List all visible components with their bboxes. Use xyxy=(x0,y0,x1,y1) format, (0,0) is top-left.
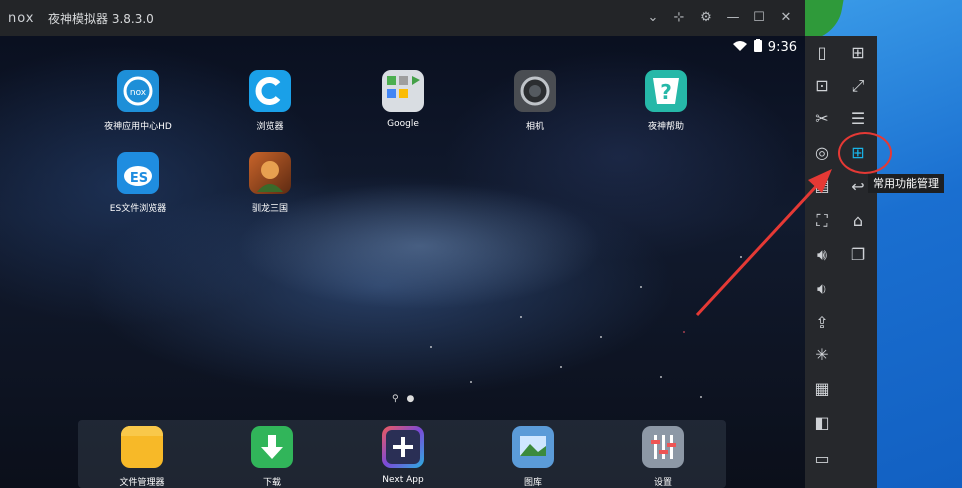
svg-text:?: ? xyxy=(660,80,672,104)
dock-download[interactable]: 下载 xyxy=(217,426,327,488)
svg-text:nox: nox xyxy=(130,88,147,98)
window-title: 夜神模拟器 3.8.3.0 xyxy=(48,12,154,26)
app-label: 设置 xyxy=(653,478,672,488)
wifi-icon xyxy=(732,40,748,56)
dock-settings[interactable]: 设置 xyxy=(608,426,718,488)
volume-up-icon[interactable]: 🔊︎ xyxy=(809,242,835,268)
pin-icon[interactable]: ⊹ xyxy=(670,9,688,27)
keyboard-icon[interactable]: ▤ xyxy=(809,173,835,199)
folder-icon xyxy=(121,426,163,468)
app-nox-app-center[interactable]: nox 夜神应用中心HD xyxy=(83,70,193,132)
nox-app-center-icon: nox xyxy=(117,70,159,112)
video-icon[interactable]: ◧ xyxy=(809,410,835,436)
app-es-file-explorer[interactable]: ES ES文件浏览器 xyxy=(83,152,193,214)
game-icon xyxy=(249,152,291,194)
app-label: 夜神应用中心HD xyxy=(104,122,172,132)
google-folder-icon xyxy=(382,70,424,112)
maximize-icon[interactable]: ☐ xyxy=(750,9,768,27)
app-label: 下载 xyxy=(262,478,281,488)
close-icon[interactable]: ✕ xyxy=(777,9,795,27)
highlight-circle xyxy=(838,132,892,174)
dock-file-manager[interactable]: 文件管理器 xyxy=(87,426,197,488)
svg-text:ES: ES xyxy=(130,171,148,186)
fullscreen-icon[interactable]: ⛶ xyxy=(809,208,835,234)
app-label: 夜神帮助 xyxy=(647,122,684,132)
menu-icon[interactable]: ☰ xyxy=(845,106,871,132)
page-indicator: ⚲ ● xyxy=(392,394,414,404)
loading-icon[interactable]: ✳ xyxy=(809,342,835,368)
es-file-explorer-icon: ES xyxy=(117,152,159,194)
camera-icon xyxy=(514,70,556,112)
tooltip: 常用功能管理 xyxy=(868,174,944,193)
gallery-icon xyxy=(512,426,554,468)
download-icon xyxy=(251,426,293,468)
status-bar: 9:36 xyxy=(732,39,797,56)
app-label: 浏览器 xyxy=(256,122,284,132)
chevron-down-icon[interactable]: ⌄ xyxy=(644,9,662,27)
multi-instance-icon[interactable]: ▭ xyxy=(809,446,835,472)
settings-icon xyxy=(642,426,684,468)
nox-help-icon: ? xyxy=(645,70,687,112)
app-camera[interactable]: 相机 xyxy=(480,70,590,132)
location-icon[interactable]: ◎ xyxy=(809,140,835,166)
dock-gallery[interactable]: 图库 xyxy=(478,426,588,488)
browser-icon xyxy=(249,70,291,112)
apk-icon[interactable]: ⇪ xyxy=(809,310,835,336)
android-screen[interactable]: 9:36 nox 夜神应用中心HD 浏览器 Google 相机 ? 夜神帮助 E… xyxy=(0,36,805,488)
robot-icon[interactable]: ⊡ xyxy=(809,73,835,99)
recents-icon[interactable]: ❐ xyxy=(845,242,871,268)
gamepad-icon[interactable]: ⊞ xyxy=(845,40,871,66)
title-bar[interactable]: nox 夜神模拟器 3.8.3.0 ⌄ ⊹ ⚙ — ☐ ✕ xyxy=(0,0,805,36)
app-nox-help[interactable]: ? 夜神帮助 xyxy=(611,70,721,132)
app-label: ES文件浏览器 xyxy=(109,204,167,214)
page-dot: ● xyxy=(406,394,415,404)
dock-next-app[interactable]: Next App xyxy=(348,426,458,485)
app-browser[interactable]: 浏览器 xyxy=(215,70,325,132)
next-app-icon xyxy=(382,426,424,468)
right-sidebar: ▯ ⊡ ✂ ◎ ▤ ⛶ 🔊︎ 🔉︎ ⇪ ✳ ▦ ◧ ▭ ⊞ ⤢ ☰ ⊞ ↩ ⌂ … xyxy=(805,36,877,488)
app-label: 文件管理器 xyxy=(119,478,165,488)
gear-icon[interactable]: ⚙ xyxy=(697,9,715,27)
svg-text:nox: nox xyxy=(8,11,35,26)
macro-icon[interactable]: ▦ xyxy=(809,376,835,402)
resize-icon[interactable]: ⤢ xyxy=(845,73,871,99)
scissors-icon[interactable]: ✂ xyxy=(809,106,835,132)
app-google-folder[interactable]: Google xyxy=(348,70,458,129)
minimize-icon[interactable]: — xyxy=(724,9,742,27)
app-label: 图库 xyxy=(523,478,542,488)
emulator-window: nox 夜神模拟器 3.8.3.0 ⌄ ⊹ ⚙ — ☐ ✕ 9:36 nox 夜… xyxy=(0,0,805,488)
app-label: 驯龙三国 xyxy=(251,204,288,214)
app-game[interactable]: 驯龙三国 xyxy=(215,152,325,214)
volume-down-icon[interactable]: 🔉︎ xyxy=(809,276,835,302)
home-icon[interactable]: ⌂ xyxy=(845,208,871,234)
app-label: Google xyxy=(387,119,419,129)
app-label: Next App xyxy=(382,475,424,485)
nox-logo-icon: nox xyxy=(8,11,35,26)
battery-icon xyxy=(753,39,762,56)
search-icon[interactable]: ⚲ xyxy=(392,394,399,404)
app-label: 相机 xyxy=(525,122,544,132)
shake-icon[interactable]: ▯ xyxy=(809,40,835,66)
clock: 9:36 xyxy=(767,40,797,55)
